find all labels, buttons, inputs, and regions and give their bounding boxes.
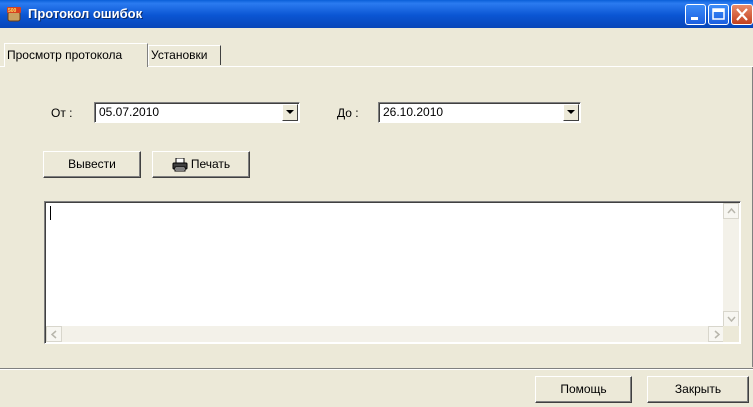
tab-settings[interactable]: Установки [148,45,221,65]
chevron-up-icon [727,208,736,214]
log-text-area[interactable] [44,201,741,344]
tab-log-view[interactable]: Просмотр протокола [4,43,148,67]
to-date-value: 26.10.2010 [383,105,444,119]
close-icon [736,8,748,21]
maximize-button[interactable] [708,4,729,25]
chevron-down-icon [727,316,736,322]
print-button-label: Печать [190,157,231,171]
scroll-down-button[interactable] [723,311,739,327]
minimize-icon [691,17,698,20]
chevron-down-icon [567,110,575,114]
vertical-scrollbar[interactable] [723,203,739,327]
from-date-combo[interactable]: 05.07.2010 [94,102,300,123]
from-date-value: 05.07.2010 [99,105,160,119]
title-bar[interactable]: 500 Протокол ошибок [0,0,753,28]
scroll-up-button[interactable] [723,203,739,219]
close-button-label: Закрыть [674,382,722,396]
footer-divider-highlight [0,369,753,370]
to-date-dropdown-button[interactable] [563,104,579,121]
chevron-right-icon [714,330,720,339]
from-date-dropdown-button[interactable] [282,104,298,121]
tab-strip: Просмотр протокола Установки [0,43,753,67]
maximize-icon [712,8,725,20]
text-caret [50,206,51,220]
close-window-button[interactable] [731,4,753,25]
app-icon: 500 [7,7,21,22]
close-button[interactable]: Закрыть [647,376,749,403]
horizontal-scrollbar[interactable] [46,326,724,342]
print-button[interactable]: Печать [152,151,250,178]
scroll-left-button[interactable] [46,326,62,342]
printer-icon [172,157,188,172]
scroll-right-button[interactable] [708,326,724,342]
svg-text:500: 500 [8,8,17,14]
show-button[interactable]: Вывести [43,151,141,178]
chevron-down-icon [286,110,294,114]
scroll-corner [723,326,739,342]
help-button-label: Помощь [560,382,607,396]
tab-settings-label: Установки [151,48,208,62]
to-label: До : [337,106,359,120]
from-label: От : [51,106,73,120]
help-button[interactable]: Помощь [535,376,632,403]
chevron-left-icon [51,330,57,339]
tab-log-view-label: Просмотр протокола [7,48,123,62]
to-date-combo[interactable]: 26.10.2010 [378,102,581,123]
minimize-button[interactable] [685,4,706,25]
log-window: 500 Протокол ошибок Просмотр протокола У… [0,0,753,407]
show-button-label: Вывести [68,157,116,171]
window-title: Протокол ошибок [28,6,143,21]
